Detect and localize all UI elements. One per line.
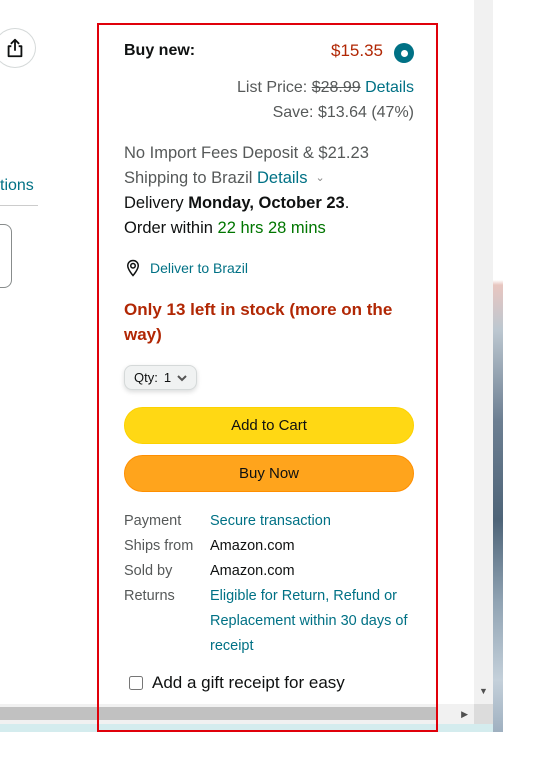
chevron-down-icon[interactable]: ⌄ [315, 171, 324, 184]
left-tab-underline [0, 205, 38, 206]
import-fees-line2: Shipping to Brazil Details ⌄ [124, 169, 325, 188]
list-price-details-link[interactable]: Details [365, 79, 414, 96]
ships-from-value: Amazon.com [210, 538, 295, 554]
import-fees-line1: No Import Fees Deposit & $21.23 [124, 144, 369, 162]
vertical-scroll-thumb[interactable] [478, 0, 489, 680]
sold-by-key: Sold by [124, 563, 173, 579]
horizontal-scroll-thumb[interactable] [0, 707, 437, 720]
list-price-line: List Price: $28.99 Details [237, 79, 414, 97]
info-row-payment: Payment Secure transaction [124, 509, 414, 534]
side-image-strip [493, 0, 503, 732]
ships-from-key: Ships from [124, 538, 194, 554]
share-button[interactable] [0, 28, 36, 68]
share-icon [7, 38, 23, 58]
add-to-cart-button[interactable]: Add to Cart [124, 407, 414, 444]
delivery-date: Monday, October 23 [188, 194, 345, 212]
order-within-countdown: 22 hrs 28 mins [217, 219, 326, 237]
info-row-ships-from: Ships from Amazon.com [124, 534, 414, 559]
stock-status: Only 13 left in stock (more on the way) [124, 300, 393, 344]
qty-value: 1 [163, 370, 172, 385]
buy-box: Buy new: $15.35 List Price: $28.99 Detai… [99, 25, 436, 730]
savings-line: Save: $13.64 (47%) [272, 104, 414, 121]
quantity-select[interactable]: Qty: 1 [124, 365, 198, 390]
secure-transaction-link[interactable]: Secure transaction [210, 509, 414, 534]
left-tab-link[interactable]: tions [0, 177, 34, 195]
deliver-to-link[interactable]: Deliver to Brazil [124, 258, 248, 278]
order-within-line: Order within 22 hrs 28 mins [124, 219, 326, 238]
buy-new-price: $15.35 [331, 41, 383, 60]
left-option-box[interactable] [0, 224, 12, 288]
buy-now-button[interactable]: Buy Now [124, 455, 414, 492]
qty-label: Qty: [134, 370, 158, 385]
returns-key: Returns [124, 588, 175, 604]
delivery-prefix: Delivery [124, 194, 184, 212]
gift-receipt-checkbox[interactable] [129, 676, 143, 690]
scroll-right-arrow-icon[interactable]: ▶ [461, 709, 468, 720]
shipping-to-text: Shipping to Brazil [124, 169, 253, 187]
payment-key: Payment [124, 513, 182, 529]
gift-receipt-label: Add a gift receipt for easy [152, 673, 345, 692]
deliver-to-text: Deliver to Brazil [150, 260, 249, 276]
shipping-details-link[interactable]: Details [257, 169, 307, 187]
gift-receipt-option[interactable]: Add a gift receipt for easy [129, 673, 345, 693]
sold-by-value: Amazon.com [210, 563, 295, 579]
scroll-down-arrow-icon[interactable]: ▼ [479, 686, 488, 696]
vertical-scrollbar[interactable]: ▼ [474, 0, 493, 704]
delivery-line: Delivery Monday, October 23. [124, 194, 349, 213]
scrollbar-corner [474, 704, 493, 724]
chevron-down-icon [177, 374, 187, 381]
info-row-sold-by: Sold by Amazon.com [124, 559, 414, 584]
bottom-strip [0, 724, 493, 732]
list-price-value: $28.99 [311, 79, 361, 96]
info-row-returns: Returns Eligible for Return, Refund or R… [124, 584, 414, 659]
offer-info-table: Payment Secure transaction Ships from Am… [124, 509, 414, 659]
list-price-label: List Price: [237, 79, 308, 96]
returns-policy-link[interactable]: Eligible for Return, Refund or Replaceme… [210, 584, 414, 659]
buy-new-radio[interactable] [394, 43, 414, 63]
delivery-suffix: . [344, 194, 350, 212]
horizontal-scrollbar[interactable]: ▶ [0, 704, 474, 724]
buy-new-row[interactable]: Buy new: $15.35 [124, 41, 414, 63]
location-pin-icon [126, 259, 140, 277]
order-within-prefix: Order within [124, 219, 213, 237]
buy-new-label: Buy new: [124, 42, 196, 59]
